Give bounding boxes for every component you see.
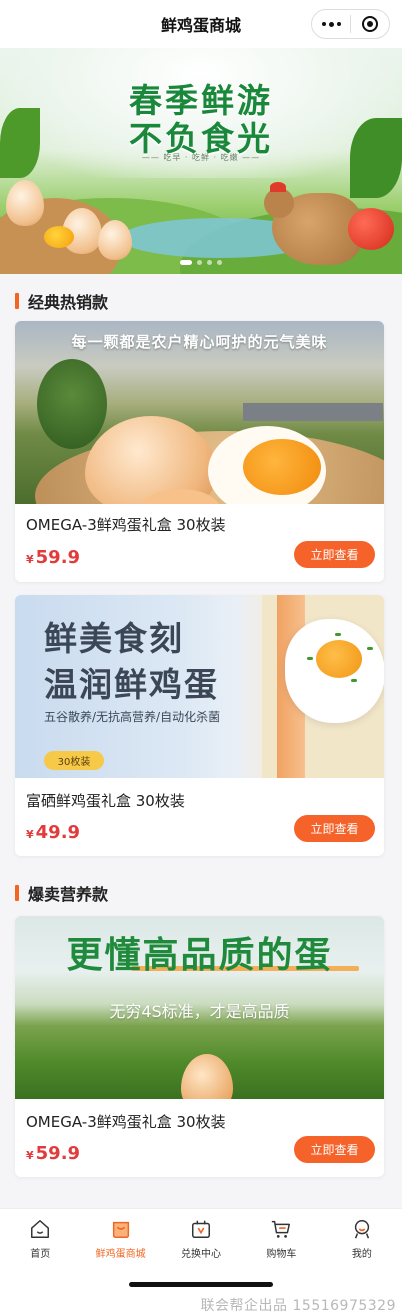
view-now-button[interactable]: 立即查看 (294, 1136, 375, 1163)
product-card[interactable]: 鲜美食刻 温润鲜鸡蛋 五谷散养/无抗高营养/自动化杀菌 30枚装 富硒鲜鸡蛋礼盒… (15, 595, 384, 856)
egg (6, 180, 44, 226)
product-image[interactable]: 每一颗都是农户精心呵护的元气美味 (15, 321, 384, 504)
tab-bar: 首页 鲜鸡蛋商城 兑换中心 购物车 我的 联会帮企出品 15516975329 (0, 1208, 402, 1315)
product-image[interactable]: 鲜美食刻 温润鲜鸡蛋 五谷散养/无抗高营养/自动化杀菌 30枚装 (15, 595, 384, 778)
tab-home[interactable]: 首页 (0, 1215, 80, 1265)
section-title: 爆卖营养款 (28, 885, 109, 904)
image-caption: 每一颗都是农户精心呵护的元气美味 (71, 333, 328, 351)
image-headline-1: 更懂高品质的蛋 (66, 935, 333, 976)
tab-label: 首页 (30, 1249, 51, 1260)
image-features: 五谷散养/无抗高营养/自动化杀菌 (44, 710, 221, 724)
price-value: 49.9 (35, 822, 81, 843)
home-icon (31, 1220, 50, 1238)
tab-cart[interactable]: 购物车 (241, 1215, 321, 1265)
tab-label: 购物车 (266, 1249, 297, 1260)
view-now-button[interactable]: 立即查看 (294, 815, 375, 842)
watermark: 联会帮企出品 15516975329 (200, 1298, 396, 1314)
tab-label: 我的 (351, 1249, 372, 1260)
more-menu-icon[interactable] (312, 21, 350, 27)
egg-yolk (44, 226, 74, 248)
currency-symbol: ¥ (26, 553, 34, 566)
egg (181, 1054, 233, 1099)
product-price: ¥59.9 (26, 547, 80, 568)
price-value: 59.9 (35, 1143, 81, 1164)
hero-banner[interactable]: 春季鲜游 不负食光 —— 吃早 · 吃鲜 · 吃嫩 —— (0, 48, 402, 274)
shopping-bag-icon (112, 1221, 129, 1238)
price-value: 59.9 (35, 547, 81, 568)
mini-program-capsule (311, 9, 390, 39)
page-title: 鲜鸡蛋商城 (160, 16, 241, 35)
currency-symbol: ¥ (26, 828, 34, 841)
product-card[interactable]: 每一颗都是农户精心呵护的元气美味 OMEGA-3鲜鸡蛋礼盒 30枚装 ¥59.9… (15, 321, 384, 582)
product-price: ¥59.9 (26, 1143, 80, 1164)
tomato (348, 208, 394, 250)
image-headline-2: 温润鲜鸡蛋 (44, 665, 219, 704)
product-name: 富硒鲜鸡蛋礼盒 30枚装 (26, 792, 185, 810)
image-headline-2: 无穷4S标准，才是高品质 (109, 1002, 290, 1021)
section-title: 经典热销款 (28, 293, 109, 312)
user-icon (354, 1220, 369, 1239)
product-name: OMEGA-3鲜鸡蛋礼盒 30枚装 (26, 1113, 226, 1131)
navigation-bar: 鲜鸡蛋商城 (0, 0, 402, 48)
section-heading: 经典热销款 (15, 289, 108, 313)
tab-mine[interactable]: 我的 (322, 1215, 402, 1265)
tab-label: 兑换中心 (181, 1249, 222, 1260)
banner-subtitle: —— 吃早 · 吃鲜 · 吃嫩 —— (141, 153, 261, 162)
view-now-button[interactable]: 立即查看 (294, 541, 375, 568)
carousel-dot[interactable] (180, 260, 192, 265)
tab-label: 鲜鸡蛋商城 (95, 1249, 146, 1260)
carousel-dot[interactable] (217, 260, 222, 265)
carousel-dot[interactable] (207, 260, 212, 265)
section-heading: 爆卖营养款 (15, 881, 108, 905)
carousel-indicator (0, 260, 402, 265)
home-indicator (129, 1282, 273, 1287)
tab-exchange-center[interactable]: 兑换中心 (161, 1215, 241, 1265)
tab-egg-mall[interactable]: 鲜鸡蛋商城 (80, 1215, 160, 1265)
product-image[interactable]: 更懂高品质的蛋 无穷4S标准，才是高品质 (15, 916, 384, 1099)
product-price: ¥49.9 (26, 822, 80, 843)
currency-symbol: ¥ (26, 1149, 34, 1162)
section-accent-bar (15, 885, 19, 901)
section-accent-bar (15, 293, 19, 309)
product-name: OMEGA-3鲜鸡蛋礼盒 30枚装 (26, 516, 226, 534)
image-headline-1: 鲜美食刻 (44, 619, 184, 658)
close-target-icon[interactable] (351, 16, 389, 32)
exchange-icon (192, 1220, 210, 1238)
egg (98, 220, 132, 260)
quantity-badge: 30枚装 (44, 751, 104, 770)
cart-icon (272, 1220, 291, 1238)
product-card[interactable]: 更懂高品质的蛋 无穷4S标准，才是高品质 OMEGA-3鲜鸡蛋礼盒 30枚装 ¥… (15, 916, 384, 1177)
carousel-dot[interactable] (197, 260, 202, 265)
